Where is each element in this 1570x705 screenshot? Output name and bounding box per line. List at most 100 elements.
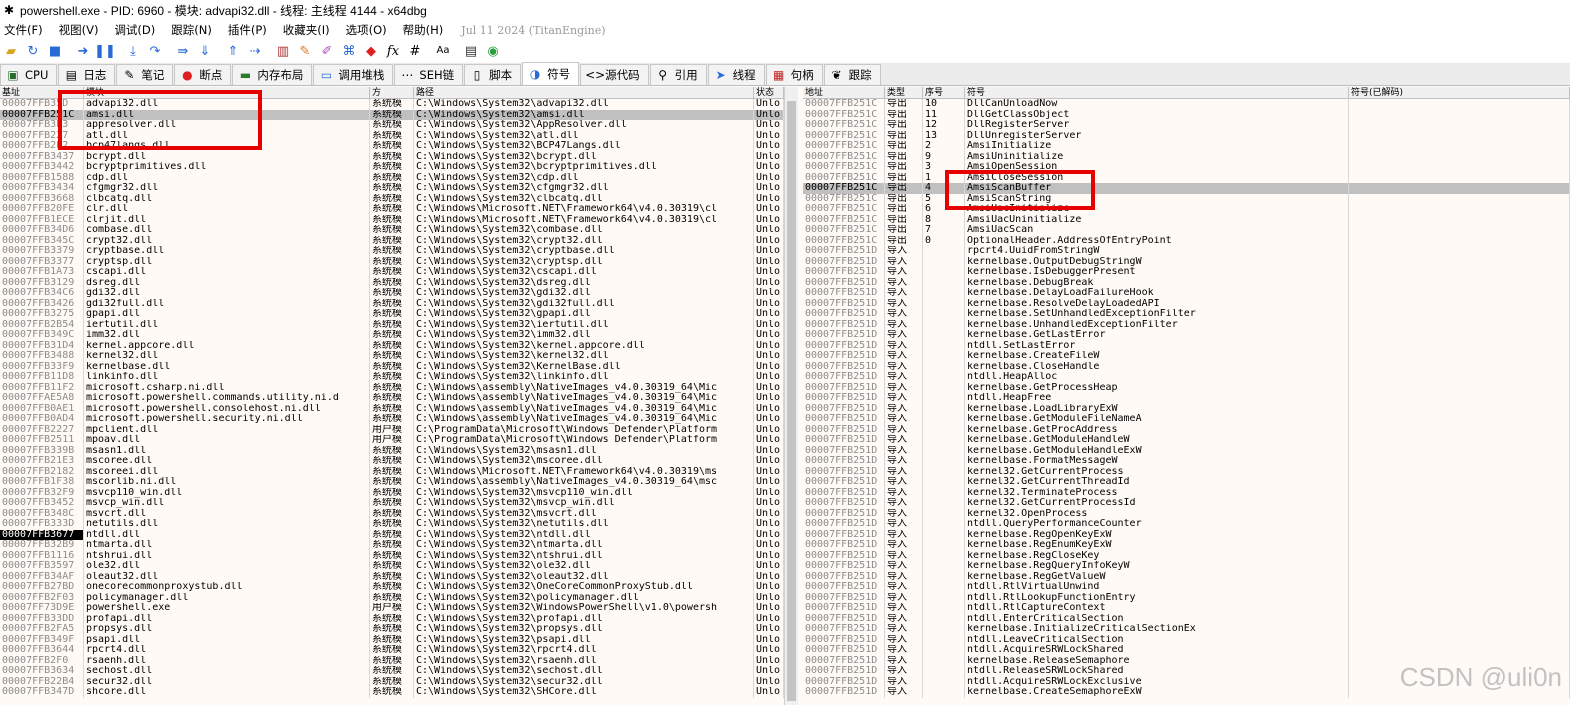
symbol-row[interactable]: 00007FFB251D 导入 kernelbase.GetModuleHandle…: [803, 435, 1570, 446]
symbol-row[interactable]: 00007FFB251D 导入 ntdll.SetLastError: [803, 340, 1570, 351]
module-row[interactable]: 00007FFB3437 bcrypt.dll 系统模 C:\Windows\Syst…: [0, 151, 784, 162]
step-over-icon[interactable]: ↷: [146, 42, 164, 60]
module-row[interactable]: 00007FFB2511 mpoav.dll 用户模 C:\ProgramData\M…: [0, 435, 784, 446]
column-header-ordinal[interactable]: 序号: [923, 87, 965, 98]
module-row[interactable]: 00007FFB2F03 policymanager.dll 系统模 C:\Windo…: [0, 592, 784, 603]
run-to-user-code-icon[interactable]: ⇢: [246, 42, 264, 60]
module-row[interactable]: 00007FFB348C msvcrt.dll 系统模 C:\Windows\Syst…: [0, 508, 784, 519]
module-row[interactable]: 00007FFB347D shcore.dll 系统模 C:\Windows\Syst…: [0, 687, 784, 698]
module-row[interactable]: 00007FFB32B9 ntmarta.dll 系统模 C:\Windows\Sys…: [0, 540, 784, 551]
symbol-row[interactable]: 00007FFB251D 导入 ntdll.RtlVirtualUnwind: [803, 582, 1570, 593]
function-icon[interactable]: fx: [384, 42, 402, 60]
tab-threads[interactable]: ➤ 线程: [707, 64, 765, 85]
symbol-row[interactable]: 00007FFB251C 导出 4 AmsiScanBuffer: [803, 183, 1570, 194]
module-row[interactable]: 00007FFB345C crypt32.dll 系统模 C:\Windows\Sys…: [0, 235, 784, 246]
module-row[interactable]: 00007FFB349C imm32.dll 系统模 C:\Windows\Syste…: [0, 330, 784, 341]
module-row[interactable]: 00007FFB339B msasn1.dll 系统模 C:\Windows\Syst…: [0, 445, 784, 456]
tab-trace[interactable]: ❦ 跟踪: [823, 64, 881, 85]
column-header-address[interactable]: 地址: [803, 87, 885, 98]
tab-symbols[interactable]: ◑ 符号: [522, 62, 580, 85]
module-row[interactable]: 00007FFB2B54 iertutil.dll 系统模 C:\Windows\Sy…: [0, 319, 784, 330]
symbol-row[interactable]: 00007FFB251C 导出 2 AmsiInitialize: [803, 141, 1570, 152]
symbol-row[interactable]: 00007FFB251D 导入 kernelbase.SetUnhandledExc…: [803, 309, 1570, 320]
symbol-row[interactable]: 00007FFB251D 导入 kernelbase.IsDebuggerPrese…: [803, 267, 1570, 278]
tab-call-stack[interactable]: ▭ 调用堆栈: [313, 64, 394, 85]
module-row[interactable]: 00007FFB333D netutils.dll 系统模 C:\Windows\Sy…: [0, 519, 784, 530]
module-row[interactable]: 00007FFB20FE clr.dll 系统模 C:\Windows\Microso…: [0, 204, 784, 215]
column-header-symbol[interactable]: 符号: [965, 87, 1349, 98]
symbol-row[interactable]: 00007FFB251D 导入 kernel32.OpenProcess: [803, 508, 1570, 519]
module-row[interactable]: 00007FFB3426 gdi32full.dll 系统模 C:\Windows\S…: [0, 298, 784, 309]
menu-debug[interactable]: 调试(D): [114, 22, 155, 38]
symbol-row[interactable]: 00007FFB251D 导入 kernelbase.UnhandledExcept…: [803, 319, 1570, 330]
module-row[interactable]: 00007FFB11F2 microsoft.csharp.ni.dll 系统模 C:…: [0, 382, 784, 393]
trace-into-icon[interactable]: ⇛: [174, 42, 192, 60]
hash-icon[interactable]: #: [406, 42, 424, 60]
column-header-symbol-decoded[interactable]: 符号(已解码): [1349, 87, 1570, 98]
menu-options[interactable]: 选项(O): [346, 22, 387, 38]
module-row[interactable]: 00007FFB22B4 secur32.dll 系统模 C:\Windows\Sys…: [0, 676, 784, 687]
symbol-row[interactable]: 00007FFB251D 导入 ntdll.AcquireSRWLockShared: [803, 645, 1570, 656]
module-row[interactable]: 00007FFB3452 msvcp_win.dll 系统模 C:\Windows\S…: [0, 498, 784, 509]
label-icon[interactable]: ✐: [318, 42, 336, 60]
symbol-row[interactable]: 00007FFB251D 导入 kernel32.GetCurrentThreadI…: [803, 477, 1570, 488]
tab-script[interactable]: ▯ 脚本: [464, 64, 522, 85]
module-row[interactable]: 00007FFB1F38 mscorlib.ni.dll 系统模 C:\Windows…: [0, 477, 784, 488]
trace-over-icon[interactable]: ⇓: [196, 42, 214, 60]
module-list-scroll-thumb[interactable]: [787, 101, 796, 701]
symbol-row[interactable]: 00007FFB251D 导入 ntdll.HeapFree: [803, 393, 1570, 404]
module-row[interactable]: 00007FFB2182 mscoreei.dll 系统模 C:\Windows\Mi…: [0, 466, 784, 477]
symbol-row[interactable]: 00007FFB251D 导入 kernelbase.CreateFileW: [803, 351, 1570, 362]
symbol-row[interactable]: 00007FFB251D 导入 kernelbase.InitializeCriti…: [803, 624, 1570, 635]
symbol-row[interactable]: 00007FFB251C 导出 3 AmsiOpenSession: [803, 162, 1570, 173]
module-row[interactable]: 00007FFB3597 ole32.dll 系统模 C:\Windows\Syste…: [0, 561, 784, 572]
module-row[interactable]: 00007FFB3668 clbcatq.dll 系统模 C:\Windows\Sys…: [0, 193, 784, 204]
module-row[interactable]: 00007FFB33F9 kernelbase.dll 系统模 C:\Windows\…: [0, 361, 784, 372]
symbol-row[interactable]: 00007FFB251D 导入 ntdll.RtlCaptureContext: [803, 603, 1570, 614]
symbol-row[interactable]: 00007FFB251D 导入 kernel32.TerminateProcess: [803, 487, 1570, 498]
module-row[interactable]: 00007FFB3377 cryptsp.dll 系统模 C:\Windows\Sys…: [0, 256, 784, 267]
symbol-row[interactable]: 00007FFB251C 导出 5 AmsiScanString: [803, 193, 1570, 204]
restart-icon[interactable]: ↻: [24, 42, 42, 60]
module-row[interactable]: 00007FFB3677 ntdll.dll 系统模 C:\Windows\Syste…: [0, 529, 784, 540]
module-row[interactable]: 00007FF73D9E powershell.exe 用户模 C:\Windows\…: [0, 603, 784, 614]
module-row[interactable]: 00007FFB11D8 linkinfo.dll 系统模 C:\Windows\Sy…: [0, 372, 784, 383]
module-row[interactable]: 00007FFB2227 mpclient.dll 用户模 C:\ProgramDat…: [0, 424, 784, 435]
symbol-row[interactable]: 00007FFB251D 导入 kernelbase.RegQueryInfoKey…: [803, 561, 1570, 572]
module-row[interactable]: 00007FFB3275 gpapi.dll 系统模 C:\Windows\Syste…: [0, 309, 784, 320]
symbol-row[interactable]: 00007FFB251D 导入 ntdll.QueryPerformanceCoun…: [803, 519, 1570, 530]
module-row[interactable]: 00007FFB33DD profapi.dll 系统模 C:\Windows\Sys…: [0, 613, 784, 624]
module-row[interactable]: 00007FFB3129 dsreg.dll 系统模 C:\Windows\Syste…: [0, 277, 784, 288]
symbol-row[interactable]: 00007FFB251D 导入 kernel32.GetCurrentProcess…: [803, 498, 1570, 509]
module-list[interactable]: 基址 模块 方 路径 状态 00007FFB35D advapi32.dll 系统模…: [0, 87, 784, 705]
symbol-row[interactable]: 00007FFB251C 导出 11 DllGetClassObject: [803, 109, 1570, 120]
module-row[interactable]: 00007FFB1588 cdp.dll 系统模 C:\Windows\System3…: [0, 172, 784, 183]
symbol-row[interactable]: 00007FFB251D 导入 kernelbase.RegCloseKey: [803, 550, 1570, 561]
module-row[interactable]: 00007FFB1A73 cscapi.dll 系统模 C:\Windows\Syst…: [0, 267, 784, 278]
symbol-row[interactable]: 00007FFB251D 导入 kernel32.GetCurrentProcess: [803, 466, 1570, 477]
symbol-row[interactable]: 00007FFB251D 导入 ntdll.RtlLookupFunctionEnt…: [803, 592, 1570, 603]
symbol-row[interactable]: 00007FFB251D 导入 kernelbase.GetLastError: [803, 330, 1570, 341]
column-header-type[interactable]: 类型: [885, 87, 923, 98]
tab-log[interactable]: ▤ 日志: [58, 64, 116, 85]
module-row[interactable]: 00007FFB0AD4 microsoft.powershell.securit…: [0, 414, 784, 425]
symbol-row[interactable]: 00007FFB251D 导入 kernelbase.RegEnumKeyExW: [803, 540, 1570, 551]
tab-breakpoints[interactable]: ● 断点: [174, 64, 232, 85]
symbol-row[interactable]: 00007FFB251D 导入 rpcrt4.UuidFromStringW: [803, 246, 1570, 257]
symbol-row[interactable]: 00007FFB251D 导入 kernelbase.GetProcessHeap: [803, 382, 1570, 393]
favorites-icon[interactable]: ◉: [484, 42, 502, 60]
symbol-row[interactable]: 00007FFB251D 导入 ntdll.EnterCriticalSection: [803, 613, 1570, 624]
tab-references[interactable]: ⚲ 引用: [649, 64, 707, 85]
symbol-list[interactable]: 地址 类型 序号 符号 符号(已解码) 00007FFB251C 导出 10 DllC…: [803, 87, 1570, 705]
module-row[interactable]: 00007FFB0AE1 microsoft.powershell.console…: [0, 403, 784, 414]
symbol-row[interactable]: 00007FFB251C 导出 12 DllRegisterServer: [803, 120, 1570, 131]
stop-icon[interactable]: ■: [46, 42, 64, 60]
run-icon[interactable]: ➜: [74, 42, 92, 60]
module-row[interactable]: 00007FFB21E3 mscoree.dll 系统模 C:\Windows\Sys…: [0, 456, 784, 467]
symbol-row[interactable]: 00007FFB251D 导入 kernelbase.GetModuleFileNa…: [803, 414, 1570, 425]
module-row[interactable]: 00007FFB3634 sechost.dll 系统模 C:\Windows\Sys…: [0, 666, 784, 677]
module-row[interactable]: 00007FFB34AF oleaut32.dll 系统模 C:\Windows\Sy…: [0, 571, 784, 582]
module-row[interactable]: 00007FFB2F0 rsaenh.dll 系统模 C:\Windows\Syste…: [0, 655, 784, 666]
symbol-row[interactable]: 00007FFB251C 导出 7 AmsiUacScan: [803, 225, 1570, 236]
module-row[interactable]: 00007FFB3644 rpcrt4.dll 系统模 C:\Windows\Syst…: [0, 645, 784, 656]
